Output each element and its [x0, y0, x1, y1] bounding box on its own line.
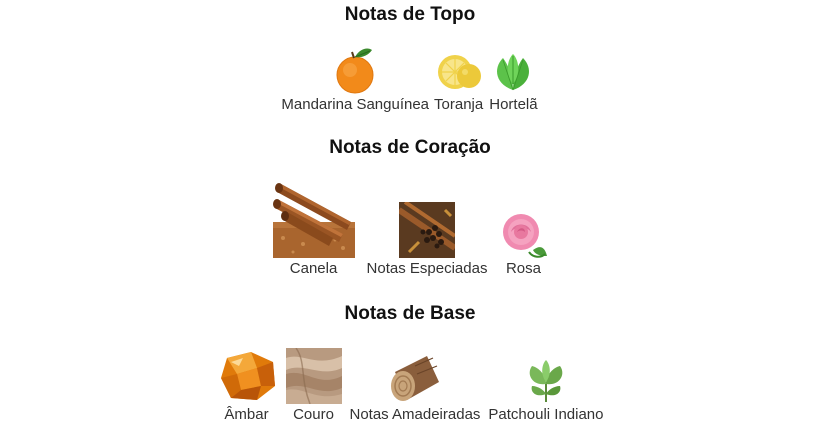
- section-title-top-notes: Notas de Topo: [344, 4, 476, 25]
- note-label: Notas Especiadas: [366, 260, 488, 277]
- cinnamon-sticks-icon: [272, 183, 355, 258]
- note-label: Hortelã: [489, 96, 538, 113]
- note-amadeiradas: Notas Amadeiradas: [349, 352, 481, 424]
- section-title-base-notes: Notas de Base: [344, 303, 476, 324]
- spices-icon: [399, 202, 455, 258]
- note-label: Canela: [289, 260, 338, 277]
- note-label: Toranja: [434, 96, 484, 113]
- amber-stone-icon: [220, 352, 275, 400]
- note-especiadas: Notas Especiadas: [366, 202, 488, 278]
- note-patchouli: Patchouli Indiano: [488, 360, 604, 424]
- leather-icon: [285, 348, 342, 404]
- base-notes-row: Âmbar Couro Notas Amadeiradas Patchouli …: [0, 348, 820, 424]
- note-label: Notas Amadeiradas: [349, 406, 481, 423]
- note-mandarina: Mandarina Sanguínea: [281, 44, 429, 114]
- note-ambar: Âmbar: [217, 350, 277, 424]
- note-rosa: Rosa: [499, 210, 548, 278]
- note-label: Rosa: [505, 260, 541, 277]
- note-hortela: Hortelã: [489, 50, 538, 114]
- section-title-heart-notes: Notas de Coração: [329, 137, 491, 158]
- note-couro: Couro: [285, 348, 342, 424]
- patchouli-leaves-icon: [529, 360, 563, 402]
- note-canela: Canela: [272, 178, 355, 278]
- note-label: Patchouli Indiano: [488, 406, 604, 423]
- heart-notes-row: Canela Notas Especiadas Rosa: [0, 178, 820, 278]
- mandarin-orange-icon: [336, 48, 374, 94]
- top-notes-row: Mandarina Sanguínea Toranja Hortelã: [0, 44, 820, 114]
- note-label: Mandarina Sanguínea: [281, 96, 430, 113]
- note-toranja: Toranja: [434, 44, 483, 114]
- pink-rose-icon: [503, 214, 548, 258]
- wood-log-icon: [390, 356, 439, 401]
- mint-leaves-icon: [497, 54, 530, 91]
- grapefruit-icon: [437, 55, 481, 89]
- note-label: Couro: [293, 406, 334, 423]
- note-label: Âmbar: [224, 406, 269, 423]
